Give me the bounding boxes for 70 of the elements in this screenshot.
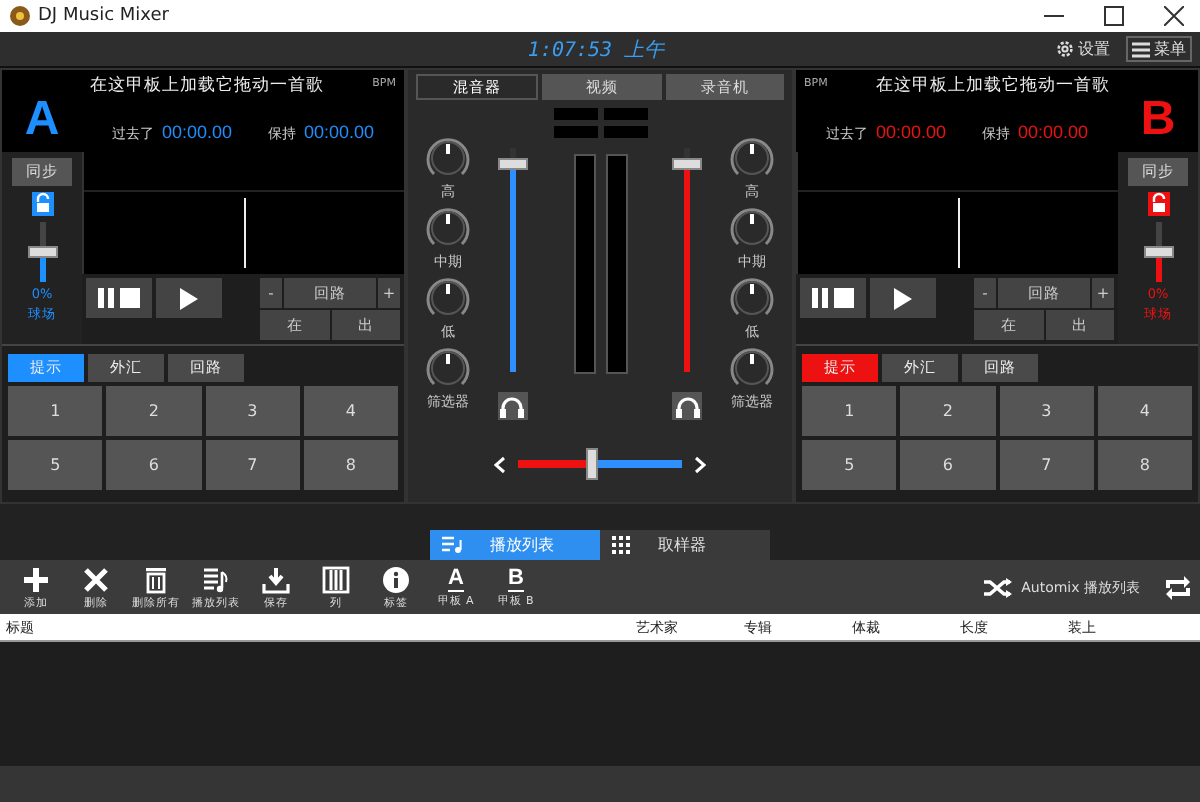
level-display bbox=[553, 108, 647, 138]
pad-button[interactable]: 7 bbox=[205, 440, 300, 490]
menu-button[interactable]: 菜单 bbox=[1126, 36, 1193, 62]
pause-stop-icon bbox=[97, 288, 141, 308]
menu-icon bbox=[1132, 41, 1151, 57]
download-icon bbox=[262, 565, 290, 593]
channel-fader[interactable] bbox=[497, 148, 528, 372]
plus-icon bbox=[22, 565, 50, 593]
playlist-icon bbox=[202, 565, 230, 593]
playhead-line bbox=[243, 198, 245, 268]
headphones-button[interactable] bbox=[672, 392, 703, 420]
columns-icon bbox=[322, 565, 350, 593]
close-icon[interactable] bbox=[1164, 6, 1184, 26]
play-button[interactable] bbox=[870, 278, 936, 318]
note-list-icon bbox=[442, 536, 462, 554]
maximize-icon[interactable] bbox=[1104, 6, 1124, 26]
deck-letter: A bbox=[22, 89, 62, 149]
crossfader[interactable] bbox=[518, 448, 682, 480]
pad-button[interactable]: 3 bbox=[999, 386, 1094, 436]
app-icon bbox=[10, 6, 30, 26]
lock-icon[interactable] bbox=[31, 192, 53, 216]
headphones-icon bbox=[500, 395, 525, 417]
channel-fader[interactable] bbox=[672, 148, 703, 372]
track-title: 在这甲板上加载它拖动一首歌 bbox=[876, 74, 1110, 98]
pad-button[interactable]: 8 bbox=[1097, 440, 1192, 490]
info-icon bbox=[382, 565, 410, 593]
repeat-icon[interactable] bbox=[1164, 575, 1192, 599]
pad-button[interactable]: 1 bbox=[8, 386, 103, 436]
panel-tab[interactable]: 取样器 bbox=[600, 530, 770, 560]
lock-icon[interactable] bbox=[1147, 192, 1169, 216]
chevron-left-icon[interactable] bbox=[494, 455, 506, 473]
pad-button[interactable]: 6 bbox=[900, 440, 995, 490]
elapsed-time: 00:00.00 bbox=[161, 122, 232, 142]
shuffle-icon bbox=[983, 577, 1012, 597]
pad-button[interactable]: 4 bbox=[1097, 386, 1192, 436]
headphones-icon bbox=[675, 395, 700, 417]
pad-button[interactable]: 6 bbox=[106, 440, 201, 490]
pause-stop-button[interactable] bbox=[86, 278, 152, 318]
pad-button[interactable]: 2 bbox=[900, 386, 995, 436]
pad-button[interactable]: 4 bbox=[303, 386, 398, 436]
settings-button[interactable]: 设置 bbox=[1052, 36, 1115, 62]
pitch-slider[interactable] bbox=[1143, 222, 1173, 282]
panel-tab[interactable]: 播放列表 bbox=[430, 530, 600, 560]
play-icon bbox=[894, 287, 912, 309]
pad-button[interactable]: 5 bbox=[8, 440, 103, 490]
remaining-time: 00:00.00 bbox=[304, 122, 375, 142]
window-title: DJ Music Mixer bbox=[38, 6, 169, 26]
play-icon bbox=[180, 287, 198, 309]
deck-letter: B bbox=[1138, 89, 1178, 149]
trash-icon bbox=[142, 565, 170, 593]
pause-stop-icon bbox=[811, 288, 855, 308]
clock-display: 1:07:53 上午 bbox=[527, 37, 665, 63]
settings-icon bbox=[1056, 40, 1075, 58]
grid-icon bbox=[612, 536, 630, 554]
play-button[interactable] bbox=[156, 278, 222, 318]
pad-button[interactable]: 3 bbox=[205, 386, 300, 436]
headphones-button[interactable] bbox=[497, 392, 528, 420]
pad-button[interactable]: 8 bbox=[303, 440, 398, 490]
pad-button[interactable]: 7 bbox=[999, 440, 1094, 490]
remaining-time: 00:00.00 bbox=[1018, 122, 1089, 142]
pitch-slider[interactable] bbox=[27, 222, 57, 282]
chevron-right-icon[interactable] bbox=[694, 455, 706, 473]
track-title: 在这甲板上加载它拖动一首歌 bbox=[90, 74, 324, 98]
pad-button[interactable]: 5 bbox=[802, 440, 897, 490]
pad-button[interactable]: 2 bbox=[106, 386, 201, 436]
pause-stop-button[interactable] bbox=[800, 278, 866, 318]
pad-button[interactable]: 1 bbox=[802, 386, 897, 436]
elapsed-time: 00:00.00 bbox=[875, 122, 946, 142]
cross-icon bbox=[82, 565, 110, 593]
playhead-line bbox=[957, 198, 959, 268]
